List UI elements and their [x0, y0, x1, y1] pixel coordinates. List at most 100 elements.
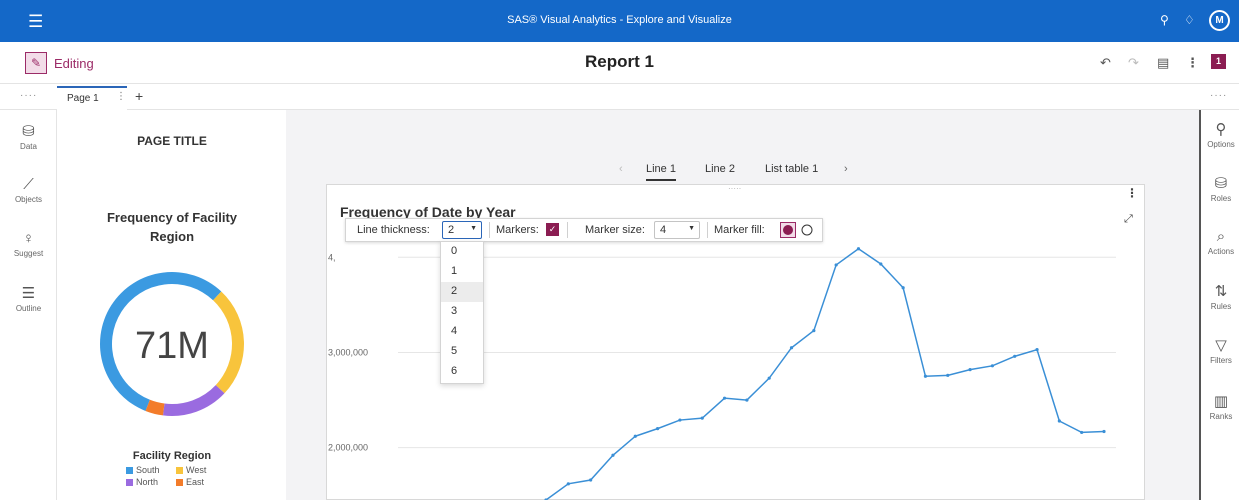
- rules-icon: ⇅: [1214, 283, 1228, 300]
- series-line: [545, 247, 1105, 500]
- data-point[interactable]: [589, 478, 593, 482]
- dropdown-option-6[interactable]: 6: [441, 362, 483, 382]
- donut-segment-north[interactable]: [162, 385, 225, 416]
- rail-item-objects[interactable]: ⟋ Objects: [0, 176, 57, 204]
- marker-fill-hollow-button[interactable]: [799, 222, 815, 238]
- right-rail: ⚲ Options ⛁ Roles ⌕ Actions ⇅ Rules ▽ Fi…: [1199, 110, 1239, 500]
- chevron-down-icon: ▼: [470, 225, 477, 232]
- rail-item-roles[interactable]: ⛁ Roles: [1201, 174, 1239, 203]
- actions-icon: ⌕: [1216, 228, 1226, 245]
- left-rail: ⛁ Data ⟋ Objects ♀ Suggest ☰ Outline: [0, 110, 57, 500]
- data-point[interactable]: [633, 434, 637, 438]
- data-point[interactable]: [901, 286, 905, 290]
- data-point[interactable]: [722, 396, 727, 400]
- rail-item-rules[interactable]: ⇅ Rules: [1201, 282, 1239, 311]
- data-point[interactable]: [968, 368, 972, 372]
- data-point[interactable]: [834, 263, 838, 267]
- undo-icon[interactable]: ↶: [1100, 55, 1111, 71]
- data-point[interactable]: [611, 453, 615, 457]
- dropdown-option-0[interactable]: 0: [441, 242, 483, 262]
- data-point[interactable]: [990, 364, 995, 368]
- tabs-next-arrow[interactable]: ›: [844, 163, 848, 175]
- data-point[interactable]: [1057, 419, 1061, 423]
- markers-label: Markers:: [496, 224, 539, 236]
- data-point[interactable]: [1035, 348, 1039, 352]
- data-point[interactable]: [923, 374, 928, 378]
- left-content-panel: PAGE TITLE Frequency of Facility Region …: [58, 110, 286, 500]
- marker-fill-solid-button[interactable]: [780, 222, 796, 238]
- toolbar-divider: [489, 222, 490, 238]
- data-point[interactable]: [1080, 430, 1084, 435]
- y-tick-label: 4,: [328, 252, 336, 262]
- search-icon[interactable]: ⚲: [1160, 13, 1169, 27]
- filter-icon: ▽: [1215, 337, 1227, 354]
- legend-item-west: West: [176, 465, 206, 475]
- data-point[interactable]: [946, 373, 950, 377]
- page-title: PAGE TITLE: [137, 134, 207, 148]
- right-pane-collapse-icon[interactable]: ····: [1210, 90, 1227, 101]
- dropdown-option-5[interactable]: 5: [441, 342, 483, 362]
- save-icon[interactable]: ▤: [1157, 55, 1169, 71]
- ranks-icon: ▥: [1213, 393, 1229, 410]
- dropdown-option-3[interactable]: 3: [441, 302, 483, 322]
- markers-checkbox[interactable]: ✓: [546, 223, 559, 236]
- lightbulb-icon: ♀: [22, 230, 35, 247]
- legend-title: Facility Region: [132, 450, 212, 462]
- data-point[interactable]: [1102, 429, 1106, 434]
- toolbar-divider: [707, 222, 708, 238]
- app-header: ☰ SAS® Visual Analytics - Explore and Vi…: [0, 0, 1239, 42]
- data-point[interactable]: [879, 262, 883, 266]
- data-point[interactable]: [812, 328, 816, 333]
- data-point[interactable]: [789, 346, 794, 350]
- left-pane-collapse-icon[interactable]: ····: [20, 90, 37, 101]
- rail-item-actions[interactable]: ⌕ Actions: [1201, 228, 1239, 256]
- data-point[interactable]: [745, 398, 749, 402]
- donut-chart[interactable]: 71M: [90, 262, 254, 426]
- rail-item-data[interactable]: ⛁ Data: [0, 122, 57, 151]
- rail-item-options[interactable]: ⚲ Options: [1201, 120, 1239, 149]
- donut-title: Frequency of Facility Region: [106, 210, 238, 244]
- data-point[interactable]: [1013, 354, 1017, 358]
- avatar[interactable]: M: [1209, 10, 1230, 31]
- rail-item-suggest[interactable]: ♀ Suggest: [0, 230, 57, 258]
- data-point[interactable]: [767, 376, 771, 380]
- toolbar-divider: [567, 222, 568, 238]
- dropdown-option-4[interactable]: 4: [441, 322, 483, 342]
- roles-icon: ⛁: [1214, 175, 1228, 192]
- data-point[interactable]: [566, 482, 570, 486]
- donut-center-value: 71M: [135, 325, 209, 367]
- line-thickness-label: Line thickness:: [357, 224, 430, 236]
- database-icon: ⛁: [22, 123, 35, 140]
- dropdown-option-1[interactable]: 1: [441, 262, 483, 282]
- page-menu-icon[interactable]: ⋮: [116, 91, 126, 102]
- marker-size-select[interactable]: 4 ▼: [654, 221, 700, 239]
- tabs-prev-arrow[interactable]: ‹: [619, 163, 623, 175]
- app-title: SAS® Visual Analytics - Explore and Visu…: [507, 14, 732, 26]
- add-page-button[interactable]: +: [135, 88, 143, 104]
- marker-size-label: Marker size:: [585, 224, 645, 236]
- tab-line-1[interactable]: Line 1: [646, 163, 676, 181]
- chevron-down-icon: ▼: [688, 225, 695, 232]
- tab-line-2[interactable]: Line 2: [705, 163, 735, 175]
- rail-item-ranks[interactable]: ▥ Ranks: [1201, 392, 1239, 421]
- redo-icon[interactable]: ↷: [1128, 55, 1139, 71]
- rail-item-filters[interactable]: ▽ Filters: [1201, 336, 1239, 365]
- rail-item-outline[interactable]: ☰ Outline: [0, 284, 57, 313]
- report-badge[interactable]: 1: [1211, 54, 1226, 69]
- filled-circle-icon: [783, 225, 793, 235]
- dropdown-option-2[interactable]: 2: [441, 282, 483, 302]
- donut-segment-west[interactable]: [213, 291, 244, 394]
- tab-list-table-1[interactable]: List table 1: [765, 163, 818, 175]
- legend-item-east: East: [176, 477, 204, 487]
- marker-fill-label: Marker fill:: [714, 224, 765, 236]
- hollow-circle-icon: [801, 224, 813, 236]
- data-point[interactable]: [656, 427, 660, 431]
- data-point[interactable]: [856, 247, 861, 251]
- y-tick-label: 3,000,000: [328, 347, 368, 357]
- more-menu-icon[interactable]: ⋮: [1186, 55, 1199, 71]
- data-point[interactable]: [700, 416, 704, 420]
- data-point[interactable]: [678, 418, 682, 422]
- paintbrush-icon: ⚲: [1215, 121, 1227, 138]
- line-thickness-select[interactable]: 2 ▼: [442, 221, 482, 239]
- bell-icon[interactable]: ♢: [1184, 13, 1195, 27]
